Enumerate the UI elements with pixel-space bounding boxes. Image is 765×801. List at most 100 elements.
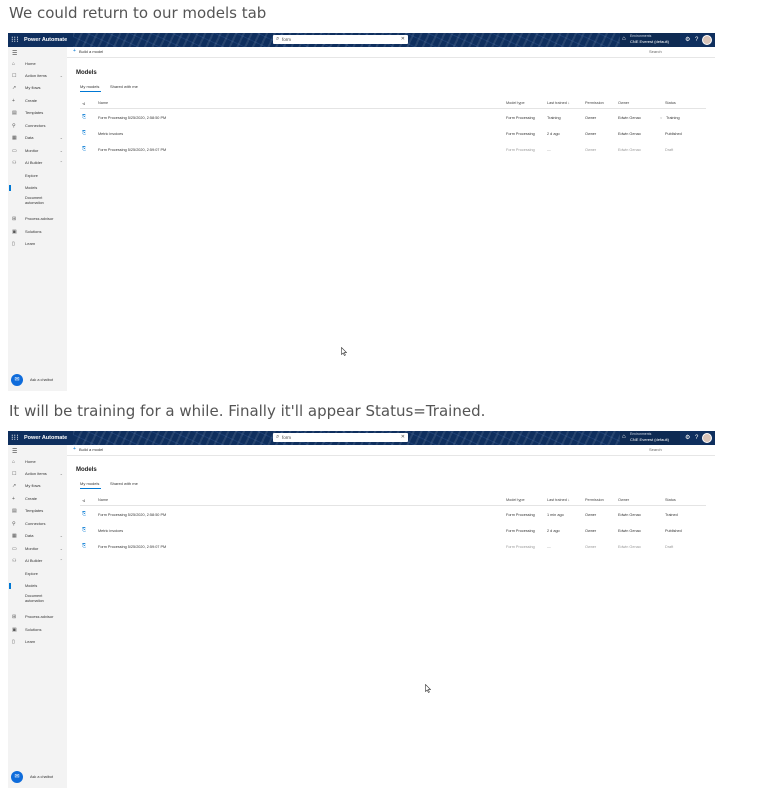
sidebar-item-process-advisor[interactable]: ⊞ Process advisor <box>8 214 67 224</box>
row-permission: Owner <box>585 529 597 533</box>
column-header-status[interactable]: Status <box>665 498 676 502</box>
command-bar: + Build a model Search <box>67 47 715 58</box>
sidebar-item-label: Connectors <box>25 521 46 526</box>
row-name[interactable]: Metric invoices <box>98 529 123 533</box>
settings-icon[interactable]: ⚙ <box>685 433 690 443</box>
command-search[interactable]: Search <box>649 447 662 452</box>
row-name[interactable]: Form Processing 5/25/2020, 2:59:07 PM <box>98 148 166 152</box>
column-header-owner[interactable]: Owner <box>618 498 629 502</box>
chevron-up-icon[interactable]: ⌃ <box>60 557 63 565</box>
chevron-down-icon[interactable]: ⌄ <box>60 470 63 478</box>
ask-chatbot-label[interactable]: Ask a chatbot <box>30 378 53 382</box>
row-name[interactable]: Metric invoices <box>98 132 123 136</box>
sidebar-item-learn[interactable]: ▯ Learn <box>8 239 67 249</box>
chevron-down-icon[interactable]: ⌄ <box>60 72 63 80</box>
sidebar-item-templates[interactable]: ▤ Templates <box>8 108 67 118</box>
avatar[interactable] <box>702 35 712 45</box>
environment-picker[interactable]: ⌂ Environments CNE Everest (default) <box>620 33 680 47</box>
chatbot-icon[interactable]: ✉ <box>11 374 23 386</box>
select-all-icon[interactable]: ⊲ <box>82 101 85 106</box>
chevron-down-icon[interactable]: ⌄ <box>60 134 63 142</box>
column-header-name[interactable]: Name <box>98 101 108 105</box>
column-header-last-trained[interactable]: Last trained ↓ <box>547 498 570 502</box>
sidebar-item-ai-builder[interactable]: ⚇ AI Builder ⌃ <box>8 556 67 566</box>
column-header-model-type[interactable]: Model type <box>506 101 525 105</box>
sidebar-item-explore[interactable]: Explore <box>8 171 67 181</box>
column-header-owner[interactable]: Owner <box>618 101 629 105</box>
column-header-status[interactable]: Status <box>665 101 676 105</box>
monitor-icon: ▭ <box>12 148 17 154</box>
app-title[interactable]: Power Automate <box>24 35 67 45</box>
chevron-down-icon[interactable]: ⌄ <box>60 532 63 540</box>
column-header-model-type[interactable]: Model type <box>506 498 525 502</box>
sidebar-item-action-items[interactable]: ☐ Action items ⌄ <box>8 469 67 479</box>
sidebar-item-connectors[interactable]: ⚲ Connectors <box>8 519 67 529</box>
sidebar-item-monitor[interactable]: ▭ Monitor ⌄ <box>8 544 67 554</box>
search-input[interactable]: form <box>282 433 291 442</box>
chevron-down-icon[interactable]: ⌄ <box>60 147 63 155</box>
search-box[interactable]: ⌕ form ✕ <box>273 433 408 442</box>
tab-my-models[interactable]: My models <box>80 481 99 486</box>
sidebar-item-document-automation[interactable]: Document automation <box>8 593 67 607</box>
mouse-cursor-icon <box>341 347 347 356</box>
tab-my-models[interactable]: My models <box>80 84 99 89</box>
sidebar-item-create[interactable]: + Create <box>8 494 67 504</box>
menu-icon[interactable]: ☰ <box>12 50 17 57</box>
templates-icon: ▤ <box>12 110 17 116</box>
sidebar-item-my-flows[interactable]: ↗ My flows <box>8 481 67 491</box>
select-all-icon[interactable]: ⊲ <box>82 498 85 503</box>
help-icon[interactable]: ? <box>695 433 698 443</box>
command-bar: + Build a model Search <box>67 445 715 456</box>
column-header-permission[interactable]: Permission <box>585 101 604 105</box>
templates-icon: ▤ <box>12 508 17 514</box>
chevron-down-icon[interactable]: ⌄ <box>60 545 63 553</box>
sidebar-item-create[interactable]: + Create <box>8 96 67 106</box>
tab-shared-with-me[interactable]: Shared with me <box>110 84 138 89</box>
sidebar-item-data[interactable]: ▦ Data ⌄ <box>8 133 67 143</box>
command-search[interactable]: Search <box>649 49 662 54</box>
sidebar-item-templates[interactable]: ▤ Templates <box>8 506 67 516</box>
app-launcher-icon[interactable]: ⁝⁝⁝ <box>11 36 19 44</box>
sidebar-item-ai-builder[interactable]: ⚇ AI Builder ⌃ <box>8 158 67 168</box>
chatbot-icon[interactable]: ✉ <box>11 771 23 783</box>
row-name[interactable]: Form Processing 5/25/2020, 2:58:50 PM <box>98 116 166 120</box>
sidebar-item-my-flows[interactable]: ↗ My flows <box>8 83 67 93</box>
sidebar-item-home[interactable]: ⌂ Home <box>8 59 67 69</box>
avatar[interactable] <box>702 433 712 443</box>
build-model-button[interactable]: Build a model <box>79 49 103 54</box>
sidebar-item-models[interactable]: Models <box>8 581 67 591</box>
sidebar: ☰ ⌂ Home ☐ Action items ⌄ ↗ My flows + Create… <box>8 47 67 391</box>
sidebar-item-models[interactable]: Models <box>8 183 67 193</box>
row-name[interactable]: Form Processing 5/25/2020, 2:59:07 PM <box>98 545 166 549</box>
sidebar-item-home[interactable]: ⌂ Home <box>8 457 67 467</box>
sidebar-item-solutions[interactable]: ▣ Solutions <box>8 227 67 237</box>
tab-shared-with-me[interactable]: Shared with me <box>110 481 138 486</box>
column-header-name[interactable]: Name <box>98 498 108 502</box>
sidebar-item-process-advisor[interactable]: ⊞ Process advisor <box>8 612 67 622</box>
settings-icon[interactable]: ⚙ <box>685 35 690 45</box>
search-box[interactable]: ⌕ form ✕ <box>273 35 408 44</box>
sidebar-item-solutions[interactable]: ▣ Solutions <box>8 625 67 635</box>
create-icon: + <box>12 98 15 104</box>
build-model-button[interactable]: Build a model <box>79 447 103 452</box>
row-name[interactable]: Form Processing 5/25/2020, 2:58:50 PM <box>98 513 166 517</box>
sidebar-item-document-automation[interactable]: Document automation <box>8 195 67 209</box>
environment-picker[interactable]: ⌂ Environments CNE Everest (default) <box>620 431 680 445</box>
help-icon[interactable]: ? <box>695 35 698 45</box>
search-input[interactable]: form <box>282 35 291 44</box>
menu-icon[interactable]: ☰ <box>12 448 17 455</box>
sidebar-item-connectors[interactable]: ⚲ Connectors <box>8 121 67 131</box>
ask-chatbot-label[interactable]: Ask a chatbot <box>30 775 53 779</box>
sidebar-item-explore[interactable]: Explore <box>8 569 67 579</box>
column-header-permission[interactable]: Permission <box>585 498 604 502</box>
app-launcher-icon[interactable]: ⁝⁝⁝ <box>11 434 19 442</box>
clear-search-icon[interactable]: ✕ <box>401 35 405 44</box>
sidebar-item-action-items[interactable]: ☐ Action items ⌄ <box>8 71 67 81</box>
sidebar-item-data[interactable]: ▦ Data ⌄ <box>8 531 67 541</box>
sidebar-item-learn[interactable]: ▯ Learn <box>8 637 67 647</box>
sidebar-item-monitor[interactable]: ▭ Monitor ⌄ <box>8 146 67 156</box>
column-header-last-trained[interactable]: Last trained ↓ <box>547 101 570 105</box>
chevron-up-icon[interactable]: ⌃ <box>60 159 63 167</box>
clear-search-icon[interactable]: ✕ <box>401 433 405 442</box>
app-title[interactable]: Power Automate <box>24 433 67 443</box>
